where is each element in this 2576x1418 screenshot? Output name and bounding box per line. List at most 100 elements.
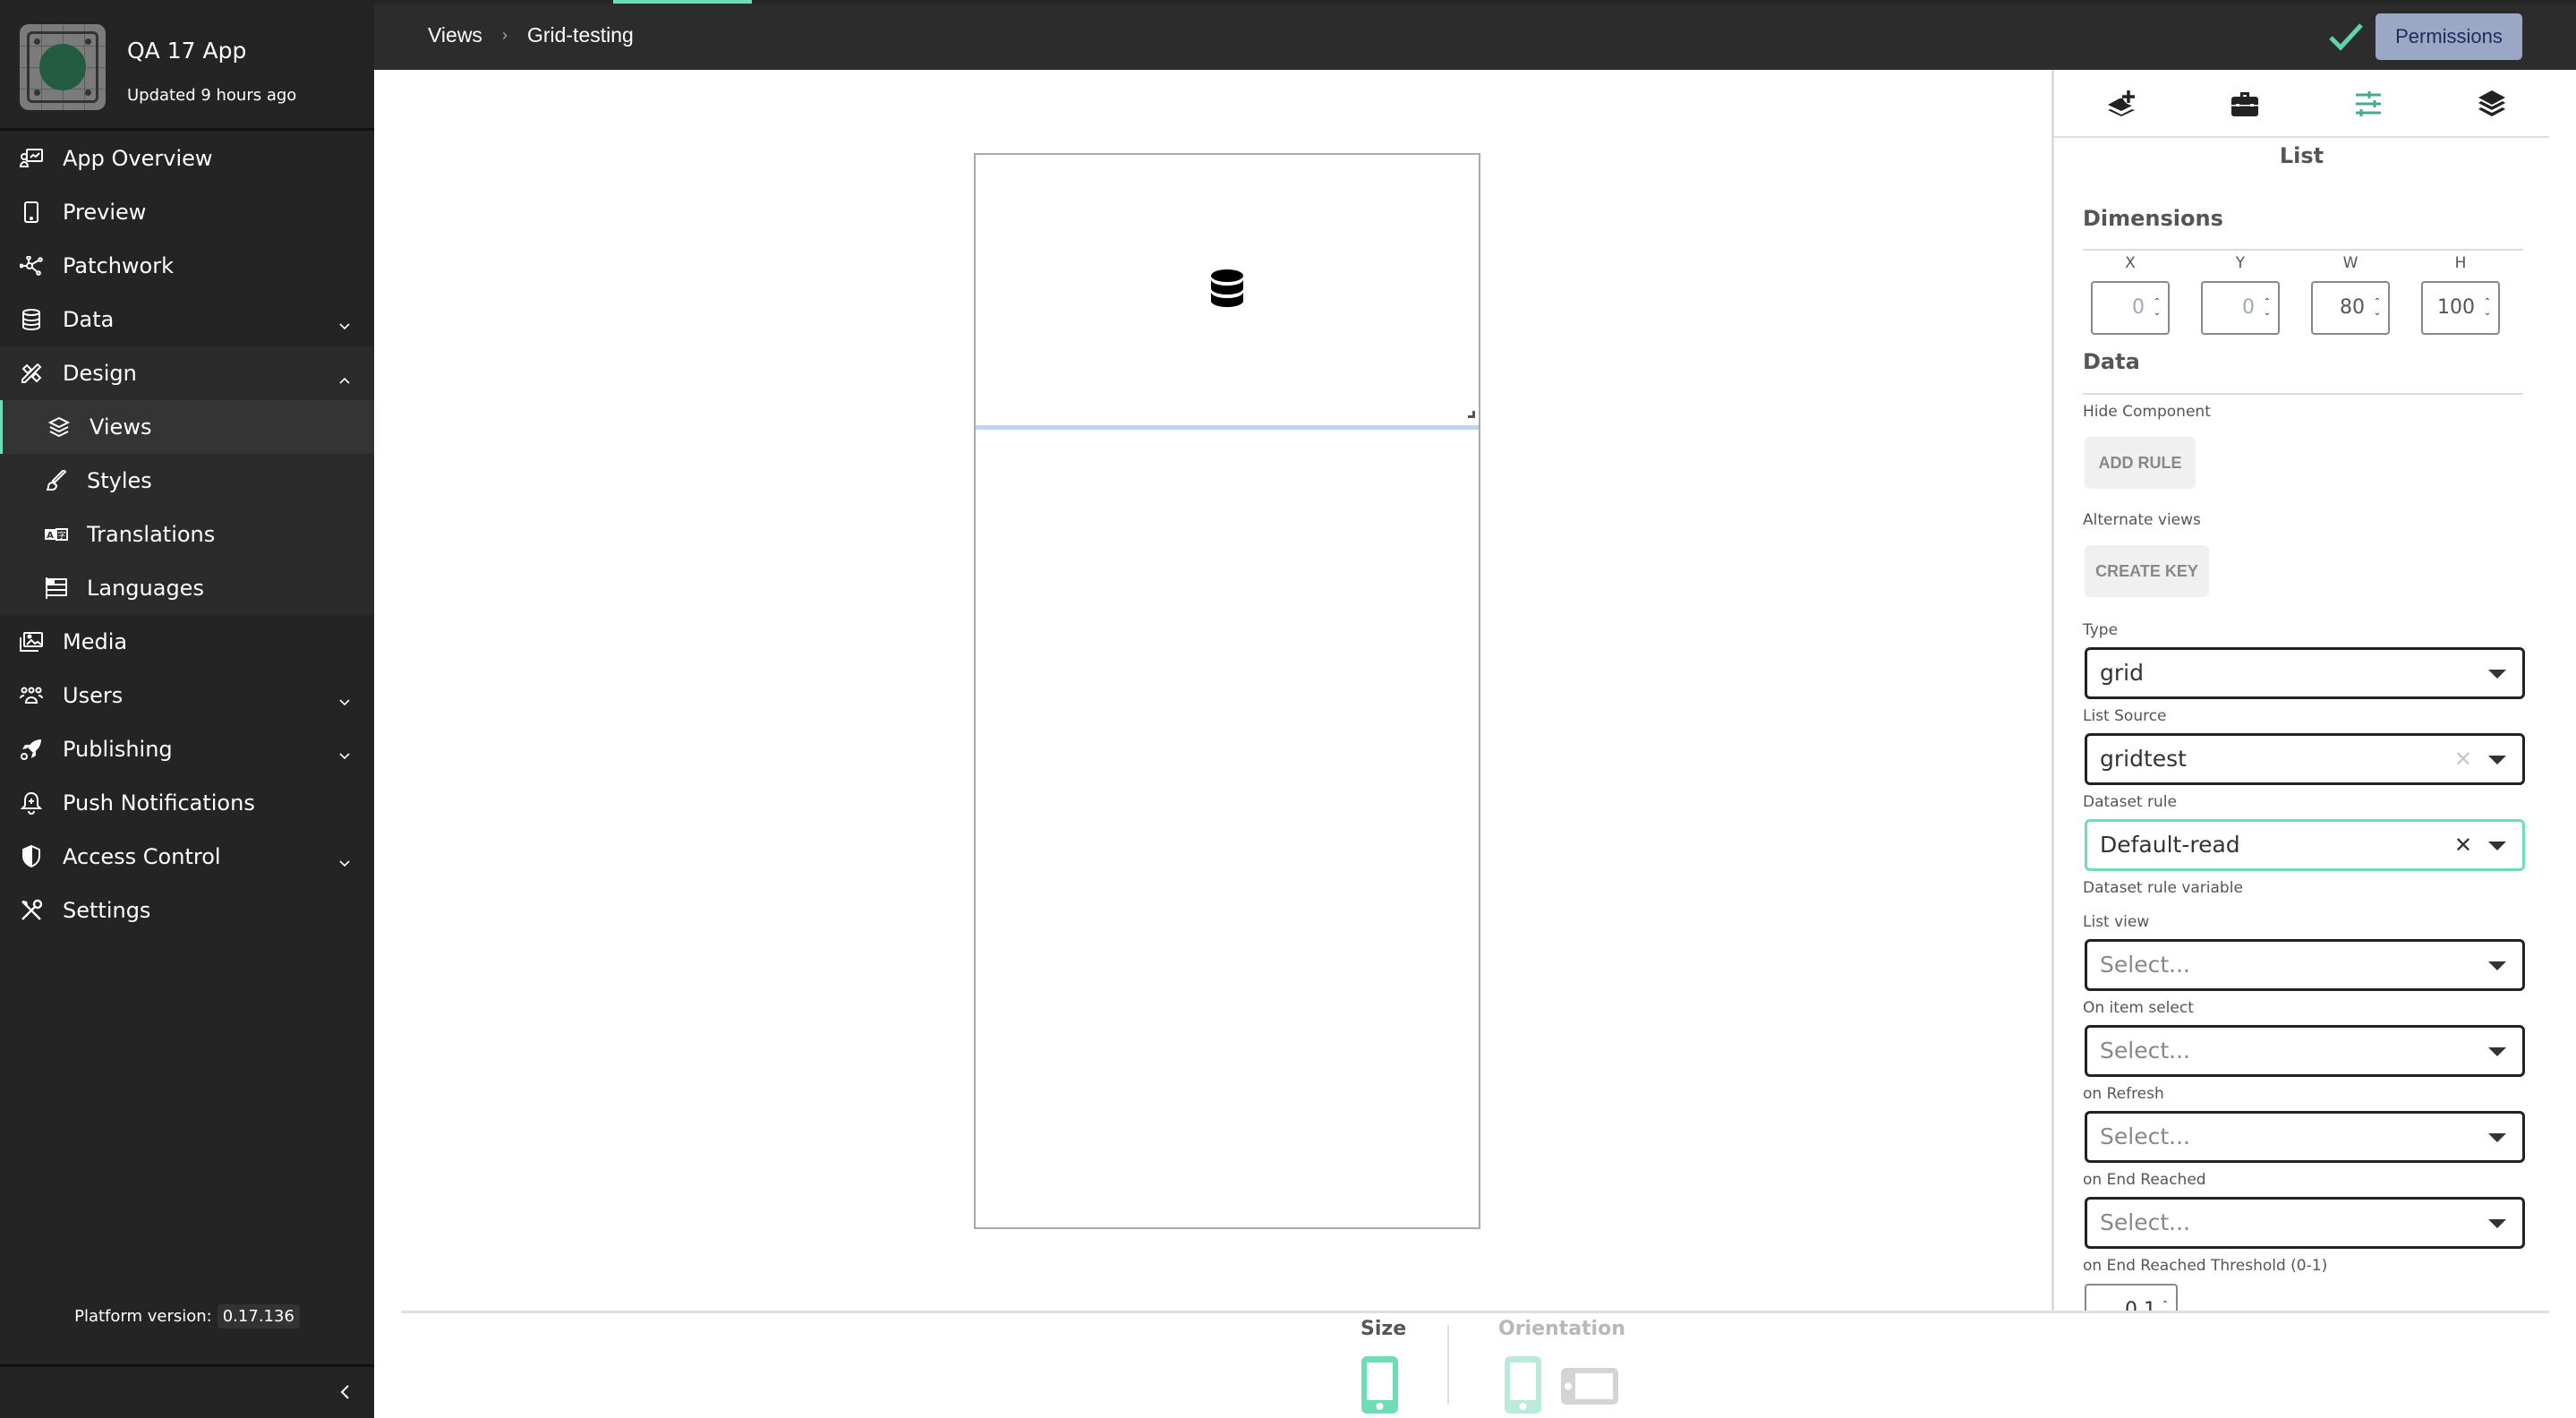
- rocket-icon: [20, 738, 43, 761]
- sidebar-item-data[interactable]: Data: [0, 293, 374, 346]
- list-source-select[interactable]: gridtest ✕: [2085, 733, 2525, 785]
- brush-icon: [45, 469, 68, 492]
- chevron-down-icon[interactable]: [338, 313, 351, 330]
- clear-icon[interactable]: ✕: [2454, 822, 2472, 868]
- shield-icon: [20, 845, 43, 868]
- dataset-rule-label: Dataset rule: [2083, 793, 2177, 811]
- users-icon: [20, 684, 43, 707]
- on-item-select-select[interactable]: Select...: [2085, 1025, 2525, 1077]
- orientation-label: Orientation: [1498, 1318, 1625, 1340]
- on-refresh-select[interactable]: Select...: [2085, 1111, 2525, 1163]
- svg-text:字: 字: [57, 530, 65, 541]
- chevron-down-icon[interactable]: [338, 689, 351, 706]
- sidebar-item-label: Translations: [87, 522, 216, 547]
- tab-toolbox[interactable]: [2227, 86, 2263, 122]
- properties-panel: List Dimensions X 0 ⌃ ⌄ Y 0 ⌃ ⌄ W 80 ⌃ ⌄ H 100…: [2051, 70, 2549, 1311]
- dim-x-input[interactable]: 0 ⌃ ⌄: [2091, 281, 2170, 335]
- bottom-divider: [401, 1311, 2549, 1313]
- stepper-icon[interactable]: ⌃⌄: [2262, 297, 2273, 320]
- permissions-button[interactable]: Permissions: [2376, 13, 2522, 60]
- sidebar-item-label: Settings: [63, 898, 151, 923]
- breadcrumb: Views › Grid-testing: [428, 23, 634, 47]
- dim-y-input[interactable]: 0 ⌃ ⌄: [2201, 281, 2280, 335]
- sidebar-item-label: Patchwork: [63, 253, 174, 278]
- dim-w-label: W: [2342, 254, 2358, 272]
- sidebar-item-label: Styles: [87, 468, 152, 493]
- component-title: List: [2279, 143, 2324, 168]
- sidebar-item-styles[interactable]: Styles: [0, 454, 374, 508]
- stepper-icon[interactable]: ⌃⌄: [2152, 297, 2162, 320]
- toolbox-icon: [2231, 92, 2258, 116]
- on-item-select-label: On item select: [2083, 999, 2194, 1017]
- threshold-label: on End Reached Threshold (0-1): [2083, 1257, 2328, 1275]
- chevron-down-icon[interactable]: [338, 850, 351, 867]
- dim-w-input[interactable]: 80 ⌃ ⌄: [2311, 281, 2390, 335]
- view-canvas[interactable]: [974, 153, 1480, 1229]
- breadcrumb-views[interactable]: Views: [428, 23, 482, 47]
- sidebar-item-design[interactable]: Design: [0, 346, 374, 400]
- data-rule: [2083, 393, 2523, 395]
- sidebar-item-preview[interactable]: Preview: [0, 185, 374, 239]
- tab-layers[interactable]: [2474, 86, 2510, 122]
- sidebar-item-views[interactable]: Views: [0, 400, 374, 454]
- type-select[interactable]: grid: [2085, 647, 2525, 699]
- stepper-icon[interactable]: ⌃⌄: [2372, 297, 2383, 320]
- sidebar-item-label: Data: [63, 307, 115, 332]
- sidebar-item-patchwork[interactable]: Patchwork: [0, 239, 374, 293]
- orientation-landscape-icon[interactable]: [1561, 1368, 1618, 1405]
- flag-icon: [45, 577, 68, 600]
- sidebar-item-publishing[interactable]: Publishing: [0, 722, 374, 776]
- on-end-reached-label: on End Reached: [2083, 1171, 2206, 1189]
- list-view-label: List view: [2083, 913, 2150, 931]
- design-submenu: Views Styles A字 Translations Languages: [0, 400, 374, 615]
- dim-h-value: 100: [2437, 296, 2475, 319]
- sidebar-item-app-overview[interactable]: App Overview: [0, 132, 374, 185]
- threshold-input[interactable]: 0.1 ⌃⌄: [2085, 1284, 2178, 1311]
- dataset-rule-select[interactable]: Default-read ✕: [2085, 819, 2525, 871]
- caret-down-icon: [2488, 841, 2506, 850]
- resize-handle[interactable]: [1468, 411, 1475, 418]
- database-icon: [1211, 269, 1243, 307]
- on-refresh-placeholder: Select...: [2100, 1123, 2190, 1149]
- tab-properties[interactable]: [2350, 86, 2386, 122]
- list-source-label: List Source: [2083, 707, 2167, 725]
- settings-tools-icon: [20, 899, 43, 922]
- orientation-portrait-icon[interactable]: [1505, 1356, 1541, 1414]
- dim-x-value: 0: [2132, 296, 2145, 319]
- sidebar-nav: App Overview Preview Patchwork Data Desi…: [0, 132, 374, 937]
- list-view-select[interactable]: Select...: [2085, 939, 2525, 991]
- chevron-down-icon[interactable]: [338, 743, 351, 760]
- sidebar-item-users[interactable]: Users: [0, 669, 374, 722]
- layers-icon: [47, 415, 71, 439]
- sidebar-item-settings[interactable]: Settings: [0, 884, 374, 937]
- stepper-icon[interactable]: ⌃⌄: [2160, 1300, 2171, 1311]
- add-rule-button[interactable]: ADD RULE: [2085, 437, 2196, 489]
- tab-add-layer[interactable]: [2103, 86, 2139, 122]
- sidebar-item-label: Publishing: [63, 737, 173, 762]
- dim-h-input[interactable]: 100 ⌃ ⌄: [2421, 281, 2500, 335]
- collapse-sidebar-chevron-left-icon[interactable]: [337, 1383, 354, 1401]
- data-heading: Data: [2083, 349, 2140, 374]
- caret-down-icon: [2488, 1133, 2506, 1142]
- platform-version: Platform version: 0.17.136: [0, 1304, 374, 1328]
- caret-down-icon: [2488, 756, 2506, 765]
- sidebar-item-media[interactable]: Media: [0, 615, 374, 669]
- sidebar-item-translations[interactable]: A字 Translations: [0, 508, 374, 561]
- list-component[interactable]: [976, 155, 1479, 425]
- size-phone-icon[interactable]: [1361, 1356, 1398, 1414]
- app-header: QA 17 App Updated 9 hours ago: [0, 0, 374, 131]
- create-key-button[interactable]: CREATE KEY: [2085, 545, 2209, 597]
- sidebar-item-label: Media: [63, 629, 128, 654]
- sidebar-item-access-control[interactable]: Access Control: [0, 830, 374, 884]
- breadcrumb-grid-testing: Grid-testing: [526, 23, 634, 47]
- clear-icon[interactable]: ✕: [2454, 736, 2472, 782]
- dim-w-value: 80: [2340, 296, 2365, 319]
- stepper-icon[interactable]: ⌃⌄: [2482, 297, 2493, 320]
- sidebar-item-label: Languages: [87, 576, 204, 601]
- sidebar-item-languages[interactable]: Languages: [0, 561, 374, 615]
- sidebar-item-push-notifications[interactable]: Push Notifications: [0, 776, 374, 830]
- saved-checkmark-icon: [2328, 21, 2364, 52]
- app-logo[interactable]: [20, 24, 106, 110]
- on-end-reached-select[interactable]: Select...: [2085, 1197, 2525, 1249]
- chevron-up-icon[interactable]: [338, 367, 351, 384]
